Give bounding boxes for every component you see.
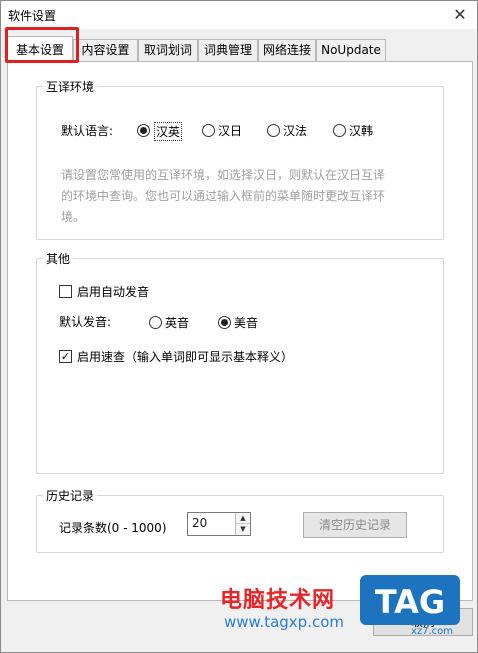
stepper-buttons: ▲ ▼ (235, 513, 250, 535)
default-language-label: 默认语言: (61, 124, 114, 138)
watermark-url: www.tagxp.com (224, 613, 344, 631)
tab-content-settings[interactable]: 内容设置 (73, 39, 138, 61)
radio-zh-en[interactable] (137, 124, 150, 137)
history-count-label: 记录条数(0 - 1000) (59, 521, 167, 535)
chevron-down-icon[interactable]: ▼ (236, 524, 250, 535)
radio-zh-ko[interactable] (333, 124, 346, 137)
tab-dictionary-manage[interactable]: 词典管理 (198, 39, 258, 61)
basic-settings-page: 互译环境 默认语言: 汉英 汉日 汉法 汉韩 请设置您常使用的互译环境，如选择汉… (7, 61, 473, 601)
tab-basic-settings[interactable]: 基本设置 (7, 36, 73, 62)
close-icon[interactable]: ✕ (449, 4, 471, 26)
auto-pronounce-label[interactable]: 启用自动发音 (77, 283, 149, 300)
radio-zh-ja-label[interactable]: 汉日 (218, 122, 242, 139)
chevron-up-icon[interactable]: ▲ (236, 513, 250, 524)
radio-british-label[interactable]: 英音 (165, 314, 189, 331)
clear-history-button[interactable]: 清空历史记录 (303, 512, 407, 538)
tag-logo-subtext: xz7.com (411, 626, 453, 635)
group-title: 互译环境 (43, 78, 98, 95)
group-title: 历史记录 (43, 487, 98, 504)
radio-zh-fr-label[interactable]: 汉法 (283, 122, 307, 139)
group-title: 其他 (43, 250, 74, 267)
tab-noupdate[interactable]: NoUpdate (316, 39, 386, 61)
radio-zh-fr[interactable] (267, 124, 280, 137)
tab-network[interactable]: 网络连接 (258, 39, 316, 61)
window-title: 软件设置 (8, 9, 57, 23)
translate-env-hint: 请设置您常使用的互译环境，如选择汉日，则默认在汉日互译 的环境中查询。您也可以通… (61, 165, 431, 228)
radio-zh-ko-label[interactable]: 汉韩 (349, 122, 373, 139)
quick-lookup-checkbox[interactable]: ✓ (59, 350, 72, 363)
hint-line: 的环境中查询。您也可以通过输入框前的菜单随时更改互译环 (61, 189, 386, 203)
radio-british[interactable] (149, 316, 162, 329)
tag-logo-icon: TAG xz7.com (360, 575, 460, 635)
other-group: 其他 启用自动发音 默认发音: 英音 美音 ✓ 启用速查（输入单词即可显示基本释… (36, 250, 444, 474)
history-count-value[interactable]: 20 (192, 516, 207, 530)
radio-american[interactable] (218, 316, 231, 329)
quick-lookup-label[interactable]: 启用速查（输入单词即可显示基本释义） (77, 348, 293, 365)
radio-zh-en-label[interactable]: 汉英 (154, 122, 183, 141)
hint-line: 请设置您常使用的互译环境，如选择汉日，则默认在汉日互译 (61, 168, 386, 182)
auto-pronounce-checkbox[interactable] (59, 285, 72, 298)
settings-window: 软件设置 ✕ 基本设置 内容设置 取词划词 词典管理 网络连接 NoUpdate… (0, 0, 478, 653)
history-count-stepper[interactable]: 20 ▲ ▼ (187, 512, 251, 536)
default-pronounce-label: 默认发音: (59, 315, 112, 329)
watermark-site-name: 电脑技术网 (220, 588, 336, 613)
title-bar: 软件设置 ✕ (1, 1, 477, 29)
history-group: 历史记录 记录条数(0 - 1000) 20 ▲ ▼ 清空历史记录 (36, 487, 444, 553)
tag-logo-text: TAG (375, 583, 445, 621)
translate-env-group: 互译环境 默认语言: 汉英 汉日 汉法 汉韩 请设置您常使用的互译环境，如选择汉… (36, 78, 444, 240)
tab-word-capture[interactable]: 取词划词 (138, 39, 198, 61)
hint-line: 境。 (61, 210, 86, 224)
radio-zh-ja[interactable] (202, 124, 215, 137)
radio-american-label[interactable]: 美音 (234, 314, 258, 331)
